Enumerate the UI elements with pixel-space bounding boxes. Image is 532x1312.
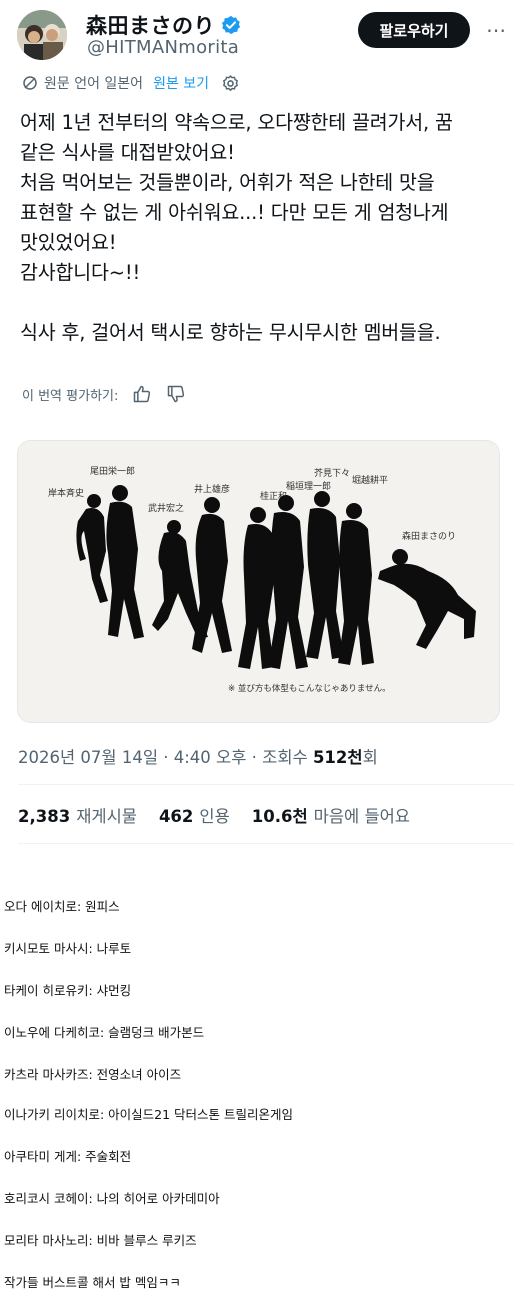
label-horikoshi: 堀越耕平 xyxy=(352,474,388,486)
tweet-header: 森田まさのり @HITMANmorita 팔로우하기 ⋯ xyxy=(0,0,532,70)
reposts-count: 2,383 xyxy=(18,807,71,826)
list-item: 아쿠타미 게게: 주술회전 xyxy=(4,1149,132,1164)
rate-translation-label: 이 번역 평가하기: xyxy=(22,388,119,404)
list-item: 오다 에이치로: 원피스 xyxy=(4,899,120,914)
user-handle[interactable]: @HITMANmorita xyxy=(87,37,239,58)
tweet-meta: 2026년 07월 14일 · 4:40 오후 · 조회수 512천회 xyxy=(18,744,378,768)
tweet-image[interactable]: 岸本斉史 尾田栄一郎 武井宏之 井上雄彦 桂正和 稲垣理一郎 芥見下々 堀越耕平… xyxy=(17,440,500,723)
divider xyxy=(18,784,514,785)
tweet-text: 어제 1년 전부터의 약속으로, 오다쨩한테 끌려가서, 꿈 같은 식사를 대접… xyxy=(20,111,453,344)
avatar-photo xyxy=(17,10,67,60)
tweet-stats: 2,383 재게시물 462 인용 10.6천 마음에 들어요 xyxy=(18,803,432,827)
view-count-suffix: 회 xyxy=(362,748,378,767)
gear-icon[interactable] xyxy=(221,74,240,93)
reposts-label: 재게시물 xyxy=(76,807,137,826)
label-kishimoto: 岸本斉史 xyxy=(48,487,84,499)
list-item: 타케이 히로유키: 샤먼킹 xyxy=(4,983,132,998)
label-takei: 武井宏之 xyxy=(148,502,184,514)
likes-stat[interactable]: 10.6천 마음에 들어요 xyxy=(252,803,410,827)
thumbs-up-icon[interactable] xyxy=(132,384,152,404)
avatar[interactable] xyxy=(17,10,67,60)
translation-info: 원문 언어 일본어 원본 보기 xyxy=(22,72,240,94)
illustration-walking-mangaka: 岸本斉史 尾田栄一郎 武井宏之 井上雄彦 桂正和 稲垣理一郎 芥見下々 堀越耕平… xyxy=(18,441,499,722)
follow-button[interactable]: 팔로우하기 xyxy=(358,12,470,48)
list-item: 모리타 마사노리: 비바 블루스 루키즈 xyxy=(4,1233,197,1248)
source-language-label: 원문 언어 일본어 xyxy=(44,76,144,92)
likes-count: 10.6천 xyxy=(251,807,308,826)
tweet-datetime[interactable]: 2026년 07월 14일 · 4:40 오후 · 조회수 xyxy=(18,748,313,767)
list-item: 이나가키 리이치로: 아이실드21 닥터스톤 트릴리온게임 xyxy=(4,1107,294,1122)
label-morita: 森田まさのり xyxy=(402,530,456,542)
translate-icon xyxy=(23,76,37,90)
list-item: 이노우에 다케히코: 슬램덩크 배가본드 xyxy=(4,1025,205,1040)
divider xyxy=(18,843,514,844)
label-inagaki: 稲垣理一郎 xyxy=(286,480,331,492)
list-item: 카츠라 마사카즈: 전영소녀 아이즈 xyxy=(4,1067,182,1082)
label-inoue: 井上雄彦 xyxy=(194,483,230,495)
thumbs-down-icon[interactable] xyxy=(166,384,186,404)
rate-translation: 이 번역 평가하기: xyxy=(22,383,186,405)
display-name[interactable]: 森田まさのり xyxy=(86,10,215,40)
label-oda: 尾田栄一郎 xyxy=(90,465,135,477)
reposts-stat[interactable]: 2,383 재게시물 xyxy=(18,803,137,827)
more-options-icon[interactable]: ⋯ xyxy=(486,20,510,40)
list-item: 호리코시 코헤이: 나의 히어로 아카데미아 xyxy=(4,1191,220,1206)
likes-label: 마음에 들어요 xyxy=(313,807,410,826)
list-item: 키시모토 마사시: 나루토 xyxy=(4,941,132,956)
label-akutami: 芥見下々 xyxy=(314,468,350,479)
list-item: 작가들 버스트콜 해서 밥 멕임ㅋㅋ xyxy=(4,1275,181,1290)
quotes-count: 462 xyxy=(158,807,194,826)
quotes-label: 인용 xyxy=(199,807,230,826)
view-original-link[interactable]: 원본 보기 xyxy=(153,73,209,93)
view-count: 512천 xyxy=(312,748,363,767)
verified-badge-icon xyxy=(221,15,241,35)
quotes-stat[interactable]: 462 인용 xyxy=(159,803,230,827)
illustration-caption: ※ 並び方も体型もこんなじゃありません。 xyxy=(228,683,391,694)
